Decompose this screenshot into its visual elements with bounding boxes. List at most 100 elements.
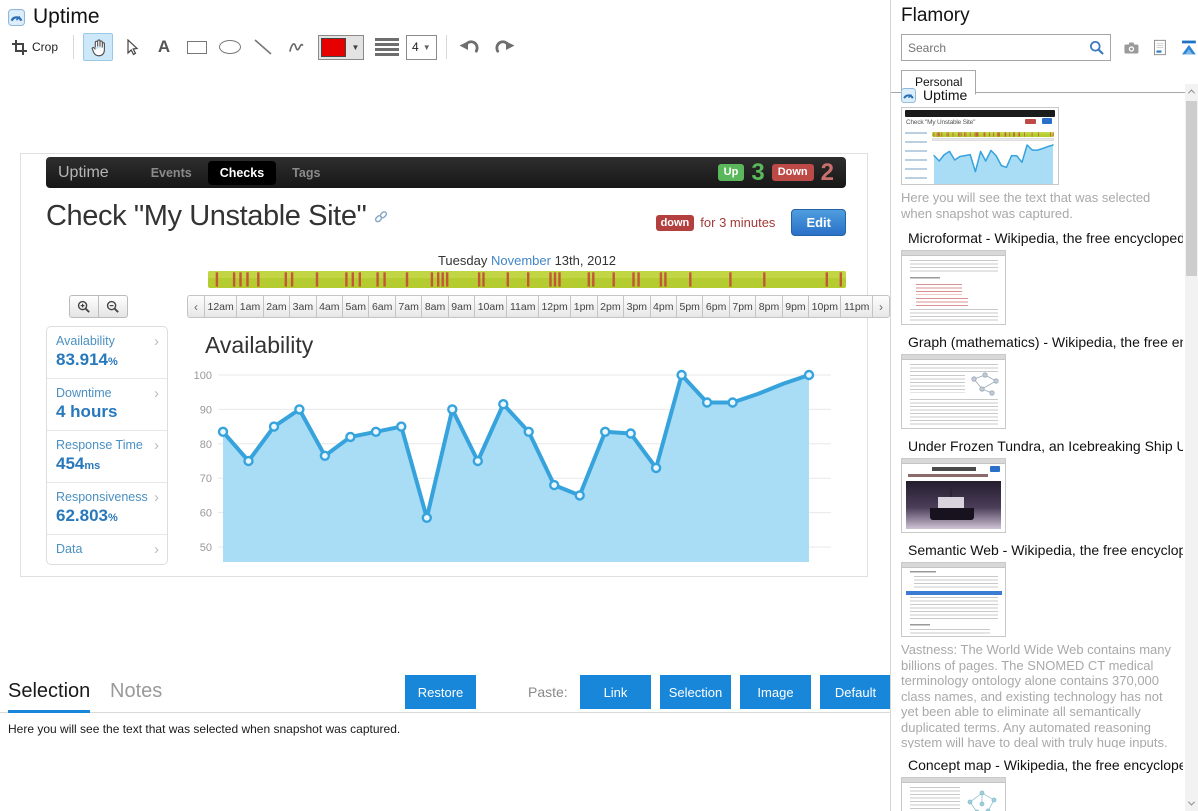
hour-button-11am[interactable]: 11am	[506, 295, 539, 318]
up-badge: Up	[717, 164, 745, 181]
hour-button-10am[interactable]: 10am	[474, 295, 508, 318]
hour-button-8pm[interactable]: 8pm	[755, 295, 783, 318]
hour-button-2am[interactable]: 2am	[262, 295, 291, 318]
thumbnail[interactable]: Check "My Unstable Site"	[901, 107, 1059, 185]
scrollbar-thumb[interactable]	[1186, 101, 1197, 276]
hour-button-1pm[interactable]: 1pm	[570, 295, 598, 318]
scroll-up-button[interactable]	[1185, 84, 1198, 99]
hour-button-5pm[interactable]: 5pm	[675, 295, 704, 318]
hour-button-3pm[interactable]: 3pm	[623, 295, 651, 318]
stat-data[interactable]: Data ›	[47, 535, 167, 564]
line-tool-button[interactable]	[248, 33, 278, 61]
zoom-out-icon	[106, 300, 119, 313]
undo-button[interactable]	[456, 33, 486, 61]
paste-default-button[interactable]: Default	[820, 675, 891, 709]
document-icon[interactable]	[1152, 39, 1168, 56]
stat-unit: %	[108, 356, 118, 368]
paste-image-button[interactable]: Image	[740, 675, 811, 709]
redo-button[interactable]	[489, 33, 519, 61]
tab-notes[interactable]: Notes	[110, 672, 162, 713]
item-header[interactable]: Semantic Web - Wikipedia, the free encyc…	[901, 542, 1183, 558]
decor	[932, 138, 1054, 141]
stat-availability[interactable]: Availability 83.914% ›	[47, 327, 167, 379]
hour-button-6pm[interactable]: 6pm	[702, 295, 730, 318]
hour-button-11pm[interactable]: 11pm	[840, 295, 873, 318]
color-picker[interactable]: ▼	[318, 34, 365, 60]
nav-brand[interactable]: Uptime	[58, 164, 109, 182]
color-dropdown-arrow-icon[interactable]: ▼	[348, 36, 363, 59]
hour-button-5am[interactable]: 5am	[342, 295, 370, 318]
select-tool-button[interactable]	[116, 33, 146, 61]
hour-button-10pm[interactable]: 10pm	[808, 295, 842, 318]
ellipse-tool-button[interactable]	[215, 33, 245, 61]
freehand-tool-button[interactable]	[281, 33, 311, 61]
hour-button-12pm[interactable]: 12pm	[537, 295, 572, 318]
hour-button-8am[interactable]: 8am	[421, 295, 449, 318]
hour-button-9am[interactable]: 9am	[447, 295, 476, 318]
hour-button-12am[interactable]: 12am	[204, 295, 238, 318]
permalink-icon[interactable]	[374, 210, 388, 224]
list-item-concept-map: Concept map - Wikipedia, the free encycl…	[901, 757, 1187, 811]
thumbnail[interactable]	[901, 562, 1006, 637]
thumbnail[interactable]	[901, 354, 1006, 429]
hour-button-4pm[interactable]: 4pm	[649, 295, 677, 318]
uptime-timeline-bar[interactable]	[208, 271, 846, 288]
hour-button-1am[interactable]: 1am	[236, 295, 264, 318]
stat-label: Downtime	[56, 386, 112, 400]
decor	[910, 399, 998, 425]
stat-responsiveness[interactable]: Responsiveness 62.803% ›	[47, 483, 167, 535]
item-header[interactable]: Concept map - Wikipedia, the free encycl…	[901, 757, 1183, 773]
hours-prev-button[interactable]: ‹	[187, 295, 205, 318]
date-month-link[interactable]: November	[491, 253, 551, 268]
sidebar-scrollbar[interactable]	[1185, 84, 1198, 811]
item-header[interactable]: Uptime	[901, 87, 1183, 103]
nav-item-checks[interactable]: Checks	[207, 160, 277, 185]
rectangle-tool-button[interactable]	[182, 33, 212, 61]
hour-button-7pm[interactable]: 7pm	[728, 295, 757, 318]
hour-button-2pm[interactable]: 2pm	[596, 295, 625, 318]
scroll-down-button[interactable]	[1185, 796, 1198, 811]
thumbnail[interactable]	[901, 777, 1006, 811]
nav-item-events[interactable]: Events	[139, 161, 204, 185]
chevron-down-icon	[1187, 798, 1196, 806]
restore-button[interactable]: Restore	[405, 675, 476, 709]
search-input[interactable]	[902, 39, 1080, 56]
camera-icon[interactable]	[1123, 40, 1140, 56]
hour-button-3am[interactable]: 3am	[289, 295, 317, 318]
paste-link-button[interactable]: Link	[580, 675, 651, 709]
paste-selection-button[interactable]: Selection	[660, 675, 731, 709]
hour-button-6am[interactable]: 6am	[368, 295, 396, 318]
edit-button[interactable]: Edit	[791, 209, 846, 236]
text-tool-button[interactable]: A	[149, 33, 179, 61]
stroke-size-dropdown[interactable]: 4 ▼	[406, 34, 437, 60]
hour-strip: ‹ 12am 1am 2am 3am 4am 5am 6am 7am 8am 9am 10am 11a…	[187, 295, 890, 318]
decor	[908, 474, 988, 477]
item-header[interactable]: Microformat - Wikipedia, the free encycl…	[901, 230, 1183, 246]
nav-item-tags[interactable]: Tags	[280, 161, 332, 185]
thumbnail[interactable]	[901, 250, 1006, 325]
line-width-icon	[375, 38, 400, 56]
zoom-out-button[interactable]	[98, 295, 128, 318]
hour-button-4am[interactable]: 4am	[315, 295, 344, 318]
zoom-in-button[interactable]	[69, 295, 99, 318]
status-duration-text: for 3 minutes	[700, 215, 776, 230]
item-header[interactable]: Under Frozen Tundra, an Icebreaking Ship…	[901, 438, 1183, 454]
hand-tool-button[interactable]	[83, 33, 114, 61]
thumbnail[interactable]	[901, 458, 1006, 533]
decor	[930, 508, 974, 520]
app-window: Uptime Crop A ▼ 4 ▼ Uptime Events Checks…	[0, 0, 1198, 811]
stat-downtime[interactable]: Downtime 4 hours ›	[47, 379, 167, 431]
item-header[interactable]: Graph (mathematics) - Wikipedia, the fre…	[901, 334, 1183, 350]
decor	[905, 110, 1055, 117]
color-swatch	[321, 37, 347, 57]
crop-button[interactable]: Crop	[6, 33, 64, 61]
stat-response-time[interactable]: Response Time 454ms ›	[47, 431, 167, 483]
hours-next-button[interactable]: ›	[871, 295, 890, 318]
flamory-logo-icon[interactable]	[1180, 39, 1198, 56]
check-header-row: Check "My Unstable Site" down for 3 minu…	[46, 200, 846, 236]
hour-button-7am[interactable]: 7am	[394, 295, 423, 318]
search-icon[interactable]	[1089, 40, 1105, 56]
tab-selection[interactable]: Selection	[8, 672, 91, 713]
hour-button-9pm[interactable]: 9pm	[781, 295, 810, 318]
uptime-site-nav: Uptime Events Checks Tags Up 3 Down 2	[46, 157, 846, 188]
